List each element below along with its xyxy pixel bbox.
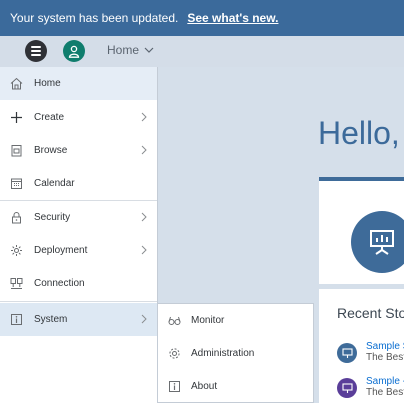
plus-icon: [11, 112, 22, 123]
chevron-down-icon: [144, 47, 154, 53]
story-subtitle: The Best: [366, 352, 404, 363]
story-title[interactable]: Sample -: [366, 376, 404, 387]
submenu-item-monitor[interactable]: Monitor: [158, 304, 313, 337]
story-subtitle: The Best: [366, 387, 404, 398]
presentation-icon-circle: [351, 211, 404, 273]
submenu-item-label: About: [191, 381, 218, 392]
user-avatar[interactable]: [63, 40, 85, 62]
menu-item-create[interactable]: Create: [0, 101, 157, 134]
recent-stories-card: Recent Sto Sample S The Best Sample - Th…: [319, 289, 404, 403]
menu-item-label: System: [34, 314, 68, 325]
recent-story-item[interactable]: Sample S The Best: [337, 341, 404, 367]
chevron-right-icon: [141, 112, 147, 122]
menu-item-deployment[interactable]: Deployment: [0, 234, 157, 267]
whats-new-link[interactable]: See what's new.: [187, 11, 278, 25]
menu-item-browse[interactable]: Browse: [0, 134, 157, 167]
navigation-menu: Home Create Browse Calendar Security Dep…: [0, 67, 158, 403]
update-banner: Your system has been updated. See what's…: [0, 0, 404, 36]
browse-icon: [11, 145, 22, 157]
menu-item-label: Home: [34, 78, 61, 89]
breadcrumb-dropdown[interactable]: Home: [107, 43, 154, 57]
info-icon: [11, 314, 22, 325]
chevron-right-icon: [141, 212, 147, 222]
menu-item-label: Deployment: [34, 245, 88, 256]
gear-icon: [169, 348, 180, 359]
connection-icon: [10, 278, 23, 289]
breadcrumb-label: Home: [107, 43, 140, 57]
menu-item-label: Browse: [34, 145, 68, 156]
menu-divider: [0, 301, 157, 302]
submenu-item-label: Monitor: [191, 315, 225, 326]
glasses-icon: [168, 316, 181, 325]
lock-icon: [12, 212, 21, 224]
story-icon: [337, 378, 357, 398]
recent-stories-title: Recent Sto: [337, 305, 404, 321]
submenu-item-label: Administration: [191, 348, 255, 359]
system-submenu: Monitor Administration About: [158, 303, 314, 403]
presentation-tile[interactable]: [319, 177, 404, 284]
chevron-right-icon: [141, 145, 147, 155]
menu-item-label: Connection: [34, 278, 85, 289]
submenu-item-about[interactable]: About: [158, 370, 313, 403]
menu-item-label: Calendar: [34, 178, 75, 189]
deployment-icon: [11, 245, 22, 256]
submenu-item-administration[interactable]: Administration: [158, 337, 313, 370]
recent-story-item[interactable]: Sample - The Best: [337, 376, 404, 402]
story-title[interactable]: Sample S: [366, 341, 404, 352]
story-icon: [337, 343, 357, 363]
chevron-right-icon: [141, 314, 147, 324]
greeting-heading: Hello,: [318, 115, 400, 151]
banner-message: Your system has been updated.: [10, 11, 179, 25]
presentation-icon: [370, 230, 394, 255]
home-icon: [10, 77, 23, 90]
shell-bar: Home: [0, 36, 404, 67]
menu-item-security[interactable]: Security: [0, 201, 157, 234]
menu-item-label: Security: [34, 212, 71, 223]
chevron-right-icon: [141, 245, 147, 255]
hamburger-icon: [31, 46, 41, 48]
menu-item-home[interactable]: Home: [0, 67, 157, 100]
menu-item-calendar[interactable]: Calendar: [0, 167, 157, 200]
menu-button[interactable]: [25, 40, 47, 62]
menu-item-connection[interactable]: Connection: [0, 267, 157, 300]
info-icon: [169, 381, 180, 392]
menu-item-label: Create: [34, 112, 65, 123]
menu-item-system[interactable]: System: [0, 303, 157, 336]
user-icon: [68, 45, 80, 58]
calendar-icon: [11, 178, 22, 189]
